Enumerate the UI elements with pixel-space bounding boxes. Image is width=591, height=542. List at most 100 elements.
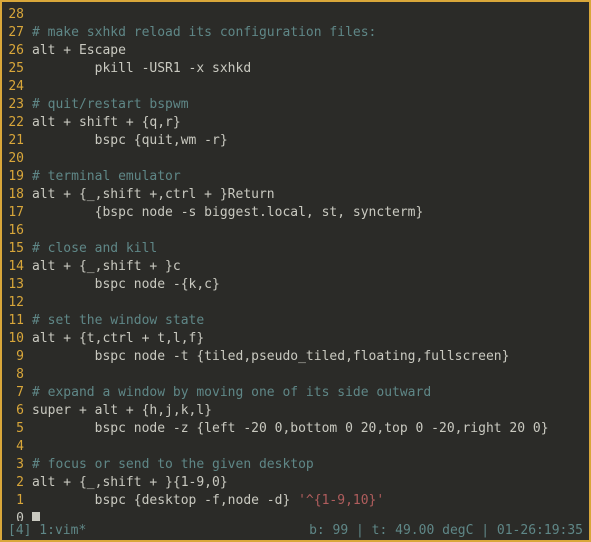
editor-line: 20: [2, 150, 583, 168]
code-token: # set the window state: [32, 313, 204, 328]
editor-line: 24: [2, 78, 583, 96]
status-right: b: 99 | t: 49.00 degC | 01-26:19:35: [86, 521, 583, 540]
code-token: alt + shift + {q,r}: [32, 115, 181, 130]
code-token: # make sxhkd reload its configuration fi…: [32, 25, 376, 40]
line-content: alt + {_,shift +,ctrl + }Return: [32, 186, 583, 204]
editor-line: 1 bspc {desktop -f,node -d} '^{1-9,10}': [2, 492, 583, 510]
line-number: 15: [2, 240, 32, 258]
editor-line: 15# close and kill: [2, 240, 583, 258]
line-content: super + alt + {h,j,k,l}: [32, 402, 583, 420]
editor-line: 8: [2, 366, 583, 384]
line-number: 10: [2, 330, 32, 348]
status-left: [4] 1:vim*: [8, 521, 86, 540]
editor-line: 7# expand a window by moving one of its …: [2, 384, 583, 402]
line-content: [32, 510, 583, 521]
line-content: # make sxhkd reload its configuration fi…: [32, 24, 583, 42]
terminal-frame: 2827# make sxhkd reload its configuratio…: [0, 0, 591, 542]
code-token: bspc {quit,wm -r}: [32, 133, 228, 148]
line-number: 3: [2, 456, 32, 474]
line-number: 23: [2, 96, 32, 114]
line-content: # expand a window by moving one of its s…: [32, 384, 583, 402]
line-number: 21: [2, 132, 32, 150]
line-number: 8: [2, 366, 32, 384]
line-number: 18: [2, 186, 32, 204]
line-content: [32, 438, 583, 456]
line-number: 19: [2, 168, 32, 186]
line-number: 7: [2, 384, 32, 402]
line-number: 27: [2, 24, 32, 42]
line-number: 5: [2, 420, 32, 438]
code-token: alt + Escape: [32, 43, 126, 58]
tmux-statusbar: [4] 1:vim* b: 99 | t: 49.00 degC | 01-26…: [2, 521, 589, 540]
editor-line: 4: [2, 438, 583, 456]
editor-line: 10alt + {t,ctrl + t,l,f}: [2, 330, 583, 348]
line-content: alt + {_,shift + }{1-9,0}: [32, 474, 583, 492]
code-token: pkill -USR1 -x sxhkd: [32, 61, 251, 76]
cursor: [32, 512, 40, 521]
code-token: bspc node -{k,c}: [32, 277, 220, 292]
editor-line: 18alt + {_,shift +,ctrl + }Return: [2, 186, 583, 204]
line-number: 26: [2, 42, 32, 60]
editor-line: 26alt + Escape: [2, 42, 583, 60]
line-number: 4: [2, 438, 32, 456]
editor-line: 19# terminal emulator: [2, 168, 583, 186]
line-content: [32, 6, 583, 24]
editor-line: 3# focus or send to the given desktop: [2, 456, 583, 474]
editor-line: 17 {bspc node -s biggest.local, st, sync…: [2, 204, 583, 222]
line-number: 22: [2, 114, 32, 132]
vim-editor[interactable]: 2827# make sxhkd reload its configuratio…: [2, 2, 589, 521]
editor-line: 0: [2, 510, 583, 521]
line-number: 14: [2, 258, 32, 276]
line-number: 6: [2, 402, 32, 420]
editor-line: 21 bspc {quit,wm -r}: [2, 132, 583, 150]
line-content: # terminal emulator: [32, 168, 583, 186]
line-content: alt + shift + {q,r}: [32, 114, 583, 132]
line-content: # set the window state: [32, 312, 583, 330]
line-content: bspc node -{k,c}: [32, 276, 583, 294]
editor-line: 9 bspc node -t {tiled,pseudo_tiled,float…: [2, 348, 583, 366]
line-content: bspc {quit,wm -r}: [32, 132, 583, 150]
editor-line: 14alt + {_,shift + }c: [2, 258, 583, 276]
line-content: [32, 366, 583, 384]
line-number: 1: [2, 492, 32, 510]
code-token: bspc node -z {left -20 0,bottom 0 20,top…: [32, 421, 549, 436]
code-token: # terminal emulator: [32, 169, 181, 184]
editor-line: 5 bspc node -z {left -20 0,bottom 0 20,t…: [2, 420, 583, 438]
line-number: 2: [2, 474, 32, 492]
line-number: 17: [2, 204, 32, 222]
code-token: {bspc node -s biggest.local, st, syncter…: [32, 205, 423, 220]
editor-line: 27# make sxhkd reload its configuration …: [2, 24, 583, 42]
editor-line: 2alt + {_,shift + }{1-9,0}: [2, 474, 583, 492]
line-number: 20: [2, 150, 32, 168]
editor-line: 6super + alt + {h,j,k,l}: [2, 402, 583, 420]
code-token: # focus or send to the given desktop: [32, 457, 314, 472]
code-token: alt + {_,shift + }c: [32, 259, 181, 274]
code-token: '^{1-9,10}': [298, 493, 384, 508]
editor-line: 28: [2, 6, 583, 24]
line-content: pkill -USR1 -x sxhkd: [32, 60, 583, 78]
line-content: bspc {desktop -f,node -d} '^{1-9,10}': [32, 492, 583, 510]
line-number: 25: [2, 60, 32, 78]
line-content: alt + {_,shift + }c: [32, 258, 583, 276]
line-content: [32, 78, 583, 96]
line-number: 24: [2, 78, 32, 96]
editor-line: 25 pkill -USR1 -x sxhkd: [2, 60, 583, 78]
code-token: # close and kill: [32, 241, 157, 256]
line-content: # close and kill: [32, 240, 583, 258]
code-token: alt + {t,ctrl + t,l,f}: [32, 331, 204, 346]
code-token: bspc {desktop -f,node -d}: [32, 493, 298, 508]
line-number: 0: [2, 510, 32, 521]
line-number: 9: [2, 348, 32, 366]
line-content: bspc node -t {tiled,pseudo_tiled,floatin…: [32, 348, 583, 366]
line-content: {bspc node -s biggest.local, st, syncter…: [32, 204, 583, 222]
editor-line: 11# set the window state: [2, 312, 583, 330]
code-token: # expand a window by moving one of its s…: [32, 385, 431, 400]
line-number: 11: [2, 312, 32, 330]
code-token: alt + {_,shift +,ctrl + }Return: [32, 187, 275, 202]
editor-line: 12: [2, 294, 583, 312]
line-content: [32, 222, 583, 240]
line-number: 28: [2, 6, 32, 24]
code-token: alt + {_,shift + }{1-9,0}: [32, 475, 228, 490]
line-content: [32, 294, 583, 312]
editor-line: 22alt + shift + {q,r}: [2, 114, 583, 132]
